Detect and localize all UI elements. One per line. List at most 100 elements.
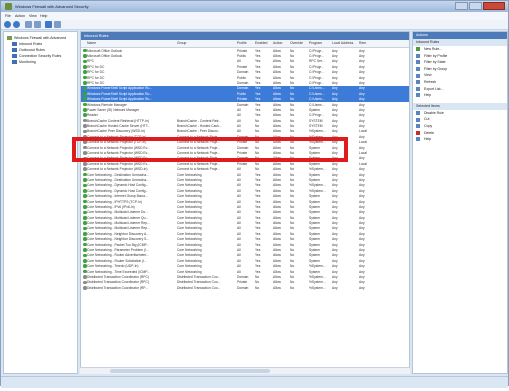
table-cell: Any bbox=[332, 199, 338, 204]
menu-view[interactable]: View bbox=[29, 14, 37, 18]
status-bar bbox=[1, 376, 508, 388]
tree-root[interactable]: Windows Firewall with Advanced bbox=[7, 35, 66, 40]
table-cell: Domain bbox=[237, 275, 249, 279]
table-cell: System bbox=[309, 204, 320, 209]
show-tree-icon[interactable] bbox=[34, 21, 41, 28]
tree-item-monitoring[interactable]: Monitoring bbox=[12, 59, 36, 64]
table-row[interactable]: Distributed Transaction Coordinator (RP.… bbox=[81, 285, 409, 290]
action-help[interactable]: Help bbox=[413, 136, 507, 143]
table-cell: Allow bbox=[273, 204, 281, 209]
up-folder-icon[interactable] bbox=[25, 21, 32, 28]
menu-file[interactable]: File bbox=[5, 14, 11, 18]
scrollbar-thumb[interactable] bbox=[110, 369, 270, 373]
table-cell: All bbox=[237, 177, 241, 182]
forward-icon[interactable] bbox=[13, 21, 20, 28]
table-cell: Core Networking bbox=[177, 177, 202, 182]
column-remote-address[interactable]: Rem bbox=[359, 41, 366, 45]
menu-action[interactable]: Action bbox=[15, 14, 25, 18]
table-cell: Any bbox=[359, 167, 365, 172]
action-filter-by-state[interactable]: Filter by State bbox=[413, 59, 507, 66]
table-cell: Any bbox=[332, 118, 338, 123]
table-cell: Any bbox=[359, 221, 365, 226]
table-cell: Any bbox=[332, 237, 338, 242]
tree-item-connection-security[interactable]: Connection Security Rules bbox=[12, 53, 61, 58]
table-cell: Yes bbox=[255, 91, 261, 96]
table-cell: Core Networking bbox=[177, 172, 202, 177]
column-program[interactable]: Program bbox=[309, 41, 322, 45]
tree-item-inbound[interactable]: Inbound Rules bbox=[12, 41, 42, 46]
action-delete[interactable]: Delete bbox=[413, 130, 507, 137]
minimize-button[interactable] bbox=[455, 2, 468, 10]
table-cell: Core Networking bbox=[177, 258, 202, 263]
firewall-icon bbox=[5, 3, 12, 10]
table-cell: Windows PowerShell Script Application Ru… bbox=[87, 91, 153, 96]
column-group[interactable]: Group bbox=[177, 41, 186, 45]
menu-help[interactable]: Help bbox=[40, 14, 47, 18]
table-cell: Any bbox=[359, 64, 365, 69]
table-cell: Any bbox=[332, 264, 338, 269]
column-action[interactable]: Action bbox=[273, 41, 282, 45]
table-cell: Yes bbox=[255, 70, 261, 75]
action-refresh[interactable]: Refresh bbox=[413, 79, 507, 86]
table-cell: Distributed Transaction Coordinator (RPC… bbox=[87, 280, 149, 285]
table-cell: No bbox=[255, 118, 260, 123]
table-cell: Any bbox=[332, 275, 338, 279]
column-override[interactable]: Override bbox=[290, 41, 303, 45]
table-cell: Any bbox=[332, 172, 338, 177]
table-cell: Yes bbox=[255, 231, 261, 236]
rules-pane: Inbound Rules Name Group Profile Enabled… bbox=[80, 31, 410, 374]
action-label: Cut bbox=[424, 117, 430, 122]
properties-icon[interactable] bbox=[54, 21, 61, 28]
maximize-button[interactable] bbox=[469, 2, 482, 10]
column-local-address[interactable]: Local Address bbox=[332, 41, 353, 45]
table-cell: Yes bbox=[255, 48, 261, 53]
action-export-list[interactable]: Export List... bbox=[413, 86, 507, 93]
table-cell: No bbox=[290, 188, 295, 193]
table-cell: C:\Users... bbox=[309, 91, 325, 96]
column-name[interactable]: Name bbox=[87, 41, 96, 45]
table-cell: Yes bbox=[255, 226, 261, 231]
table-cell: System bbox=[309, 161, 320, 166]
tree-item-outbound[interactable]: Outbound Rules bbox=[12, 47, 45, 52]
table-cell: No bbox=[290, 107, 295, 112]
table-cell: C:\Progr... bbox=[309, 48, 324, 53]
help-icon bbox=[416, 93, 420, 98]
table-cell: Core Networking - IPv6 (IPv6-In) bbox=[87, 204, 135, 209]
table-cell: Any bbox=[332, 194, 338, 199]
action-filter-by-group[interactable]: Filter by Group bbox=[413, 66, 507, 73]
column-enabled[interactable]: Enabled bbox=[255, 41, 267, 45]
table-cell: Any bbox=[332, 285, 338, 290]
action-help[interactable]: Help bbox=[413, 92, 507, 99]
table-cell: Distributed Transaction Coo... bbox=[177, 280, 221, 285]
column-profile[interactable]: Profile bbox=[237, 41, 247, 45]
table-cell: Any bbox=[332, 177, 338, 182]
table-cell: Yes bbox=[255, 237, 261, 242]
table-cell: Allow bbox=[273, 48, 281, 53]
table-cell: Allow bbox=[273, 161, 281, 166]
table-cell: No bbox=[290, 210, 295, 215]
back-icon[interactable] bbox=[4, 21, 11, 28]
help-icon[interactable] bbox=[45, 21, 52, 28]
table-cell: Any bbox=[359, 226, 365, 231]
table-cell: Any bbox=[332, 53, 338, 58]
table-cell: Any bbox=[359, 134, 365, 139]
table-cell: Allow bbox=[273, 226, 281, 231]
table-cell: Any bbox=[359, 183, 365, 188]
action-new-rule[interactable]: New Rule... bbox=[413, 46, 507, 53]
horizontal-scrollbar[interactable] bbox=[80, 367, 410, 374]
table-cell: BranchCache Peer Discovery (WSD-In) bbox=[87, 129, 145, 134]
action-view[interactable]: View bbox=[413, 72, 507, 79]
table-cell: Domain bbox=[237, 285, 249, 290]
action-filter-by-profile[interactable]: Filter by Profile bbox=[413, 53, 507, 60]
table-cell: Allow bbox=[273, 167, 281, 172]
close-button[interactable] bbox=[483, 2, 505, 10]
action-cut[interactable]: Cut bbox=[413, 116, 507, 123]
table-cell: Domain bbox=[237, 102, 249, 107]
table-cell: Core Networking - Multicast Listener Qu.… bbox=[87, 215, 149, 220]
table-cell: No bbox=[290, 75, 295, 80]
table-cell: Any bbox=[359, 172, 365, 177]
table-cell: Any bbox=[359, 194, 365, 199]
action-disable-rule[interactable]: Disable Rule bbox=[413, 110, 507, 117]
action-copy[interactable]: Copy bbox=[413, 123, 507, 130]
table-cell: Yes bbox=[255, 269, 261, 274]
